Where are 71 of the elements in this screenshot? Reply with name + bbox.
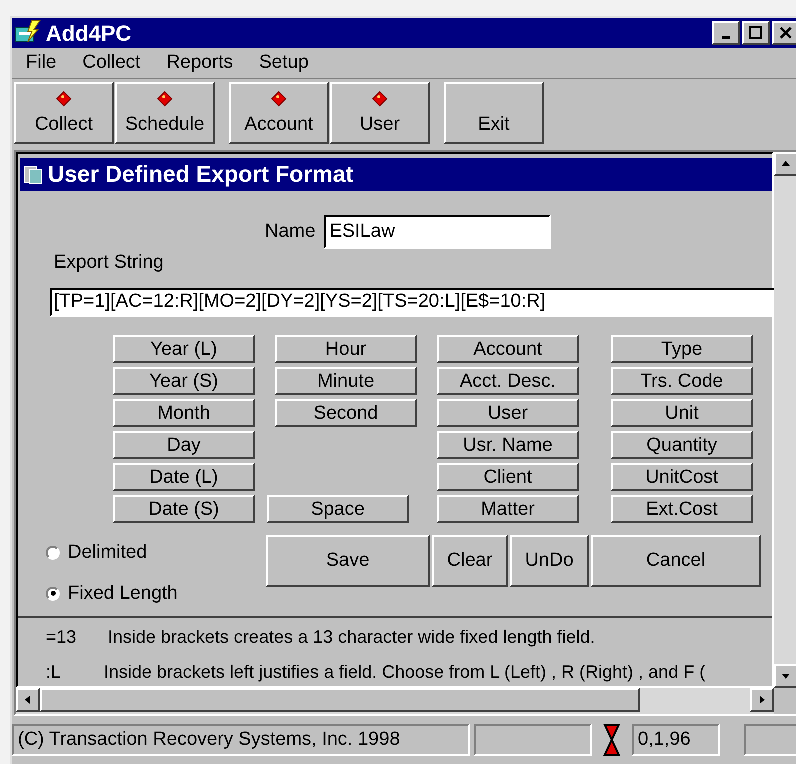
action-button[interactable]: Save (266, 535, 430, 587)
menu-item[interactable]: Collect (82, 48, 141, 78)
toolbar-button[interactable]: User (330, 82, 430, 144)
field-button[interactable]: Month (113, 399, 255, 427)
field-button[interactable]: Quantity (611, 431, 753, 459)
action-button[interactable]: Cancel (591, 535, 761, 587)
led-icon (372, 90, 388, 106)
field-button[interactable]: UnitCost (611, 463, 753, 491)
field-button[interactable]: Acct. Desc. (437, 367, 579, 395)
field-button[interactable]: Unit (611, 399, 753, 427)
field-button[interactable]: Space (267, 495, 409, 523)
name-label: Name (265, 220, 316, 244)
vertical-scrollbar[interactable] (774, 152, 796, 688)
field-button[interactable]: Usr. Name (437, 431, 579, 459)
maximize-icon (749, 26, 763, 40)
status-position: 0,1,96 (632, 724, 720, 756)
window-title: Add4PC (46, 20, 132, 48)
minimize-icon (722, 36, 730, 38)
field-button[interactable]: Year (S) (113, 367, 255, 395)
dialog-title: User Defined Export Format (48, 160, 354, 190)
close-button[interactable] (772, 21, 796, 45)
help-code: =13 (46, 626, 78, 649)
name-field[interactable]: ESILaw (324, 215, 551, 249)
radio-label: Fixed Length (68, 582, 178, 606)
field-button[interactable]: Minute (275, 367, 417, 395)
field-button[interactable]: Second (275, 399, 417, 427)
field-button[interactable]: Date (L) (113, 463, 255, 491)
field-button[interactable]: Matter (437, 495, 579, 523)
export-string-label: Export String (54, 251, 165, 275)
scroll-arrow-button[interactable] (16, 688, 40, 712)
field-button[interactable]: Hour (275, 335, 417, 363)
led-icon (271, 90, 287, 106)
field-button[interactable]: Year (L) (113, 335, 255, 363)
field-button[interactable]: Ext.Cost (611, 495, 753, 523)
action-button[interactable]: Clear (432, 535, 508, 587)
hourglass-icon (602, 723, 622, 757)
field-button[interactable]: Date (S) (113, 495, 255, 523)
radio-label: Delimited (68, 541, 148, 565)
action-button[interactable]: UnDo (510, 535, 589, 587)
field-button[interactable]: Day (113, 431, 255, 459)
maximize-button[interactable] (742, 21, 770, 45)
led-icon (56, 90, 72, 106)
document-icon (24, 164, 44, 186)
help-code: :L (46, 661, 62, 684)
field-button[interactable]: Account (437, 335, 579, 363)
toolbar-button[interactable]: Exit (444, 82, 544, 144)
status-text: (C) Transaction Recovery Systems, Inc. 1998 (12, 724, 470, 756)
toolbar-button[interactable]: Account (229, 82, 329, 144)
toolbar-button[interactable]: Collect (14, 82, 114, 144)
field-button[interactable]: User (437, 399, 579, 427)
scroll-arrow-button[interactable] (774, 664, 796, 688)
scroll-arrow-button[interactable] (774, 152, 796, 176)
status-panel (744, 724, 796, 756)
menu-item[interactable]: File (26, 48, 57, 78)
minimize-button[interactable] (712, 21, 740, 45)
led-icon (157, 90, 173, 106)
horizontal-scrollbar[interactable] (16, 688, 774, 714)
menu-item[interactable]: Setup (259, 48, 309, 78)
export-string-field[interactable]: [TP=1][AC=12:R][MO=2][DY=2][YS=2][TS=20:L][E$=10:R] (50, 288, 776, 317)
field-button[interactable]: Type (611, 335, 753, 363)
field-button[interactable]: Client (437, 463, 579, 491)
menu-item[interactable]: Reports (166, 48, 234, 78)
scroll-thumb[interactable] (40, 688, 640, 712)
help-text: Inside brackets left justifies a field. Choose from L (Left) , R (Right) , and F ( (104, 661, 706, 684)
radio-button[interactable] (46, 586, 60, 601)
close-icon (779, 26, 793, 40)
scroll-arrow-button[interactable] (750, 688, 774, 712)
help-text: Inside brackets creates a 13 character wide fixed length field. (108, 626, 596, 649)
toolbar-button[interactable]: Schedule (115, 82, 215, 144)
radio-button[interactable] (46, 546, 60, 560)
field-button[interactable]: Trs. Code (611, 367, 753, 395)
